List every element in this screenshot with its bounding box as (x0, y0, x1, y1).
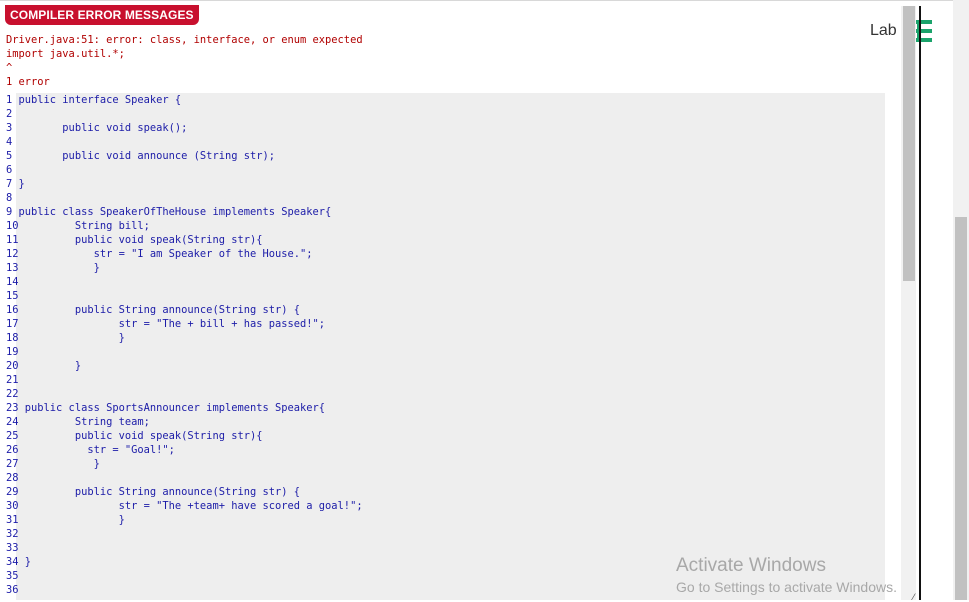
code-line: 24 String team; (6, 416, 150, 428)
error-message-line: import java.util.*; (6, 48, 125, 60)
code-line: 13 } (6, 262, 100, 274)
error-caret-line: ^ (6, 62, 13, 74)
code-line: 19 (6, 346, 19, 358)
code-listing: 1 public interface Speaker { 2 3 public vo… (0, 93, 885, 600)
code-scrollbar[interactable] (901, 6, 916, 600)
code-line: 3 public void speak(); (6, 122, 188, 134)
code-line: 11 public void speak(String str){ (6, 234, 263, 246)
code-line: 7 } (6, 178, 25, 190)
code-line: 23 public class SportsAnnouncer implemen… (6, 402, 326, 414)
activate-windows-subtitle: Go to Settings to activate Windows. (676, 579, 897, 595)
code-line: 36 (6, 584, 19, 596)
code-line: 30 str = "The +team+ have scored a goal!… (6, 500, 363, 512)
code-line: 33 (6, 542, 19, 554)
code-line: 8 (6, 192, 13, 204)
code-line: 31 } (6, 514, 125, 526)
code-line: 10 String bill; (6, 220, 150, 232)
page-scrollbar-thumb[interactable] (955, 217, 967, 600)
code-line: 1 public interface Speaker { (6, 94, 182, 106)
page-scrollbar[interactable] (953, 0, 969, 600)
code-line: 27 } (6, 458, 100, 470)
code-line: 22 (6, 388, 19, 400)
code-line: 15 (6, 290, 19, 302)
code-line: 32 (6, 528, 19, 540)
compiler-error-badge: COMPILER ERROR MESSAGES (5, 5, 199, 25)
code-line: 20 } (6, 360, 82, 372)
code-line: 16 public String announce(String str) { (6, 304, 301, 316)
code-scrollbar-thumb[interactable] (903, 6, 915, 281)
code-listing-background (16, 93, 885, 600)
code-line: 28 (6, 472, 19, 484)
code-line: 29 public String announce(String str) { (6, 486, 301, 498)
code-line: 6 (6, 164, 13, 176)
code-line: 5 public void announce (String str); (6, 150, 275, 162)
error-message-line: Driver.java:51: error: class, interface,… (6, 34, 363, 46)
code-line: 4 (6, 136, 13, 148)
lab-label: Lab (870, 22, 897, 39)
code-line: 2 (6, 108, 13, 120)
code-line: 34 } (6, 556, 32, 568)
activate-windows-title: Activate Windows (676, 555, 826, 576)
code-line: 21 (6, 374, 19, 386)
resize-handle-icon[interactable]: ⁄ (913, 592, 915, 602)
panel-divider (919, 6, 921, 600)
code-line: 14 (6, 276, 19, 288)
code-line: 17 str = "The + bill + has passed!"; (6, 318, 326, 330)
code-line: 9 public class SpeakerOfTheHouse impleme… (6, 206, 332, 218)
code-line: 26 str = "Goal!"; (6, 444, 175, 456)
code-line: 35 (6, 570, 19, 582)
code-line: 12 str = "I am Speaker of the House."; (6, 248, 313, 260)
code-line: 18 } (6, 332, 125, 344)
code-line: 25 public void speak(String str){ (6, 430, 263, 442)
top-border (0, 0, 969, 1)
error-count-line: 1 error (6, 76, 50, 88)
